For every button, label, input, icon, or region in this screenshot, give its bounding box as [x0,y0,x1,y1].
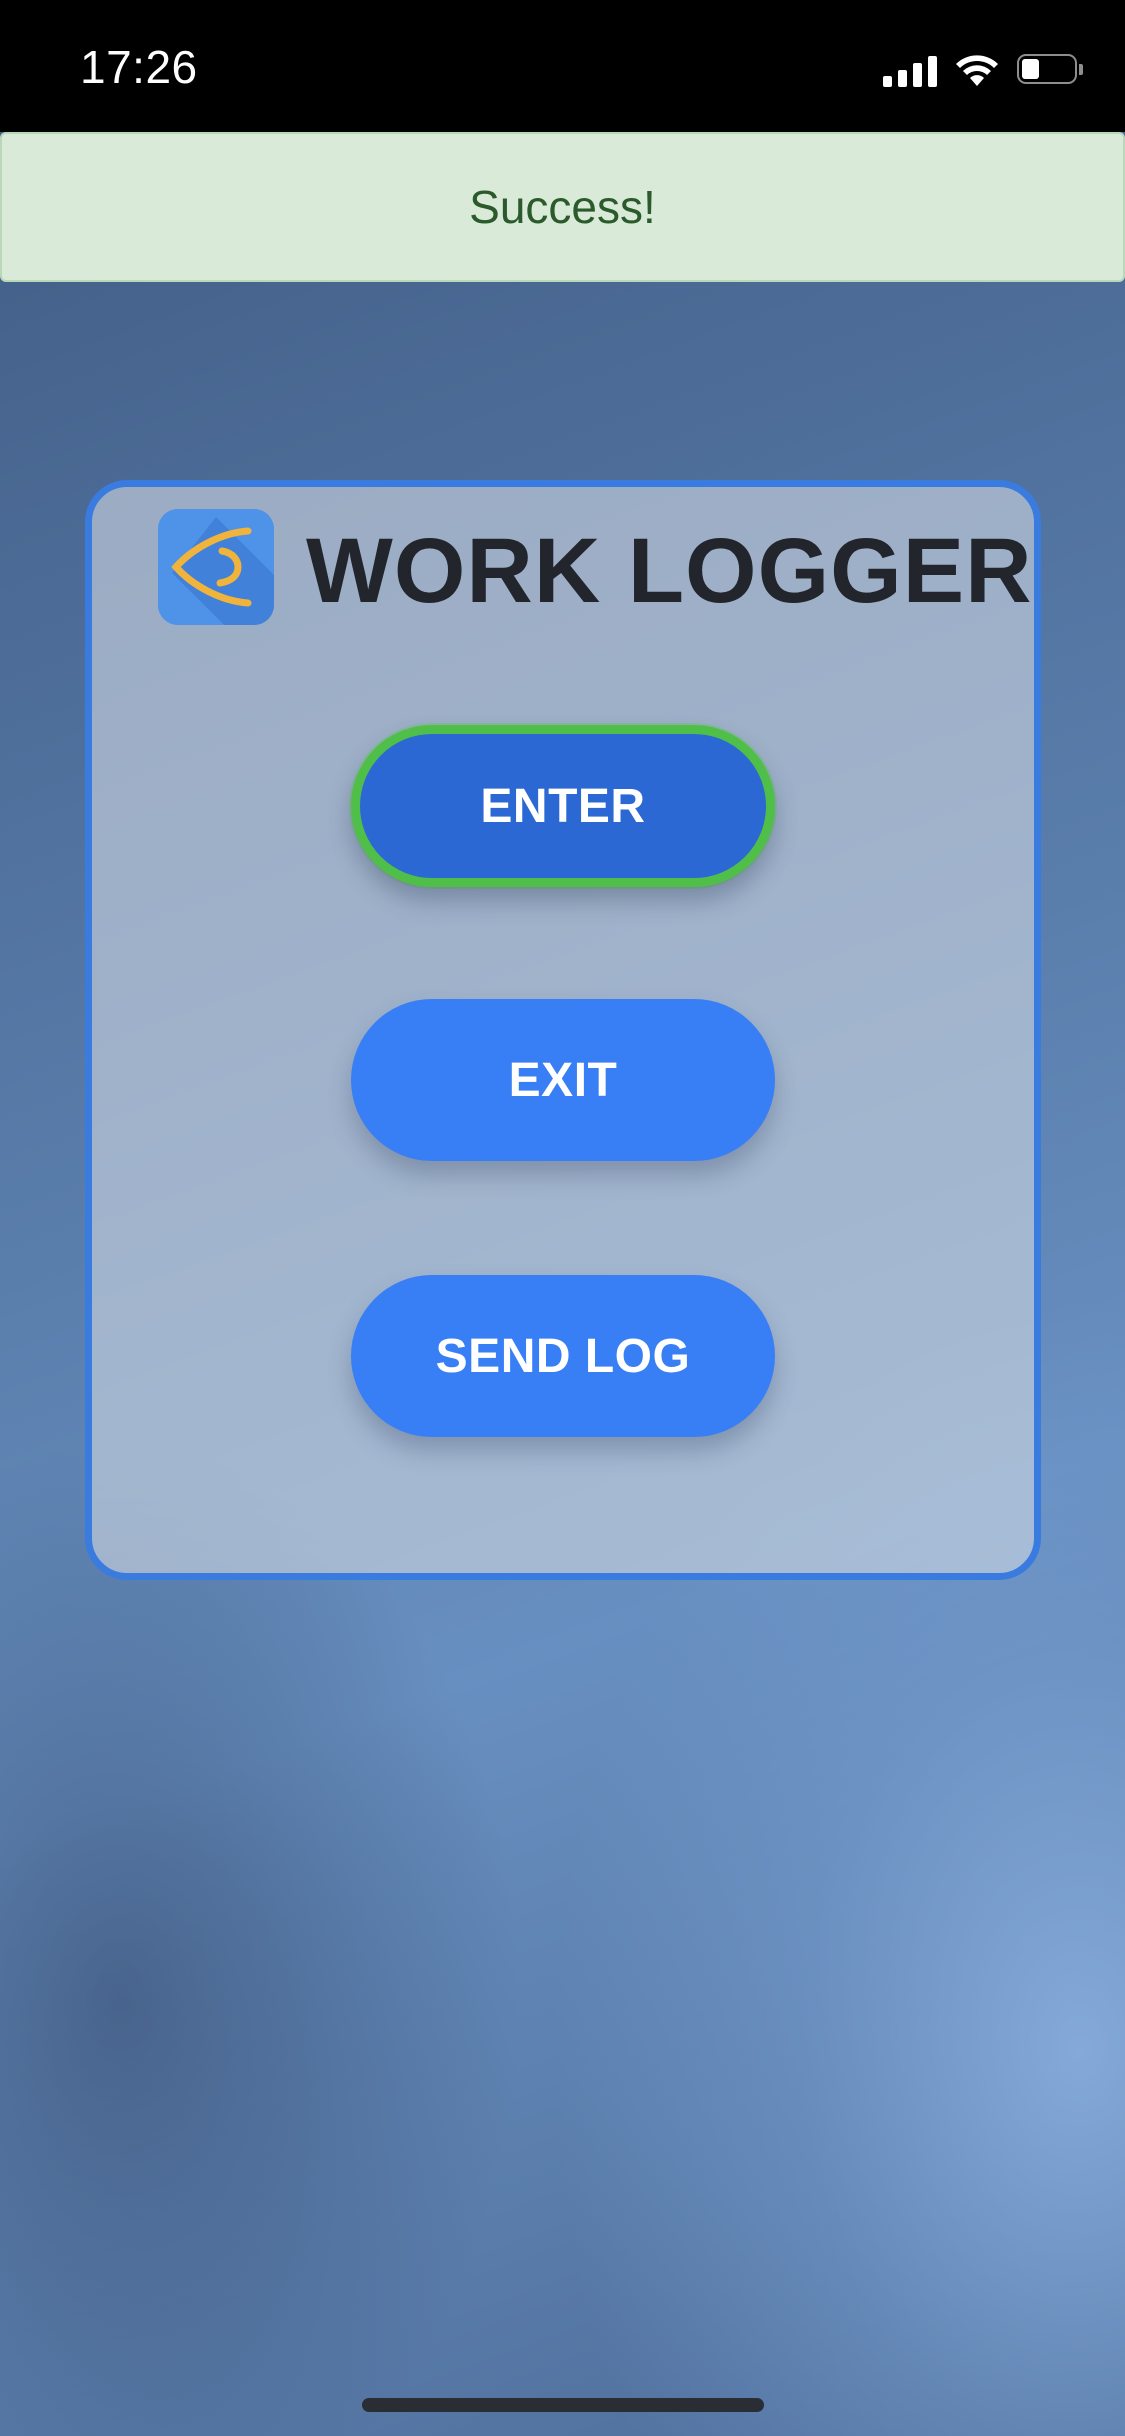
status-bar: 17:26 [0,0,1125,132]
status-time: 17:26 [80,41,198,93]
enter-button[interactable]: ENTER [351,725,775,887]
cellular-signal-icon [883,53,937,87]
success-toast: Success! [0,132,1125,282]
home-indicator[interactable] [362,2398,764,2412]
send-log-button[interactable]: SEND LOG [351,1275,775,1437]
app-title: WORK LOGGER [306,520,1033,622]
exit-button[interactable]: EXIT [351,999,775,1161]
eye-icon [158,509,274,625]
battery-icon [1017,54,1083,86]
app-logo [158,509,274,625]
status-icons [883,50,1083,90]
toast-message: Success! [469,181,656,233]
wifi-icon [956,55,998,86]
main-panel: WORK LOGGER ENTER EXIT SEND LOG [85,480,1041,1580]
